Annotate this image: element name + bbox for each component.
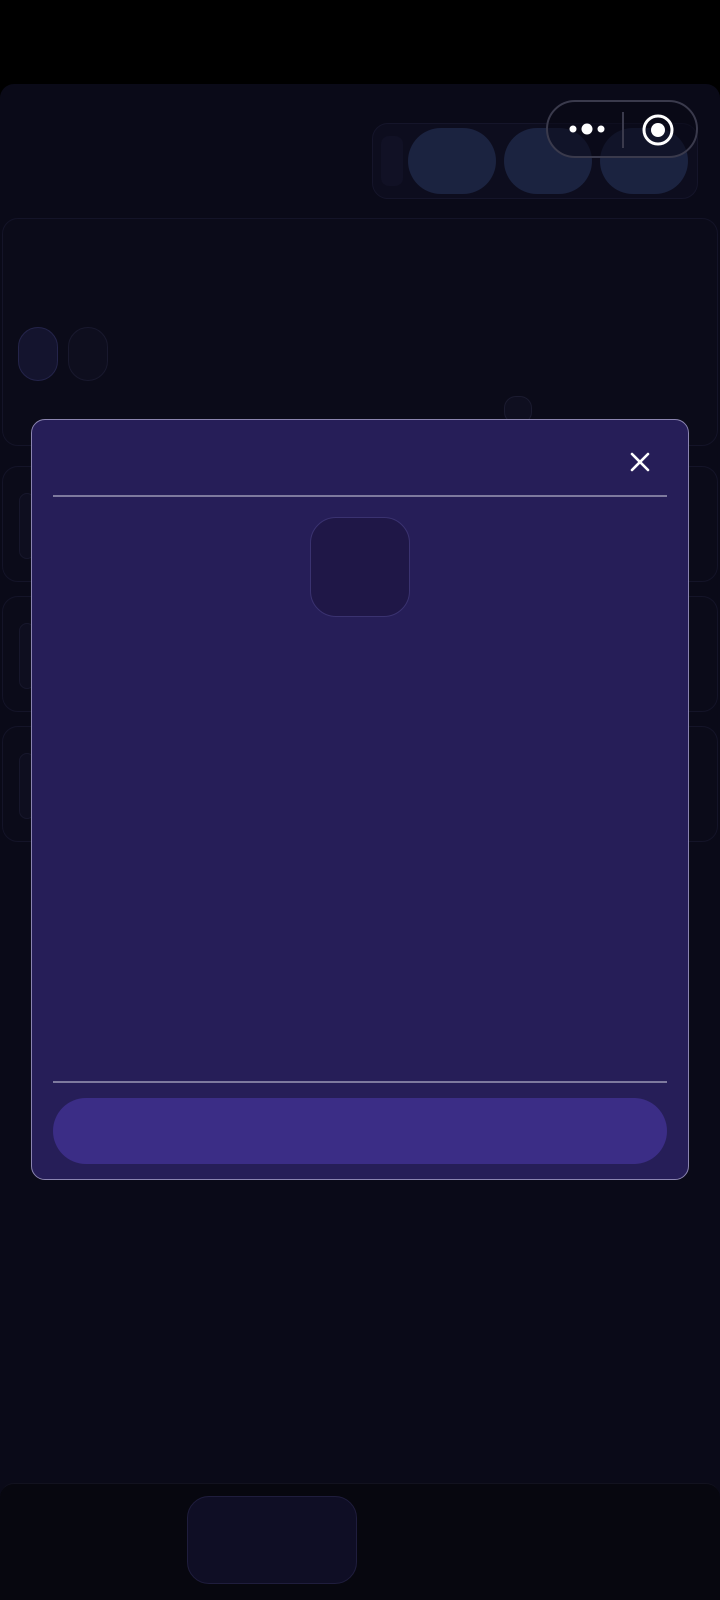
modal-title bbox=[54, 444, 614, 484]
header-card bbox=[2, 218, 718, 446]
filter-chip-active[interactable] bbox=[18, 327, 58, 381]
screen bbox=[0, 0, 720, 1600]
modal-confirm-button[interactable] bbox=[53, 1098, 667, 1164]
capsule-divider bbox=[622, 112, 624, 148]
target-circle-icon[interactable] bbox=[642, 114, 674, 146]
more-dots-icon[interactable] bbox=[568, 121, 606, 137]
close-x-icon[interactable] bbox=[626, 448, 654, 476]
modal-dialog bbox=[31, 419, 689, 1180]
bottom-bar bbox=[0, 1483, 720, 1600]
segment-pill-1[interactable] bbox=[408, 128, 496, 194]
segment-bar-nub bbox=[381, 136, 403, 186]
bottom-action-button[interactable] bbox=[187, 1496, 357, 1584]
miniprogram-capsule bbox=[546, 100, 698, 158]
modal-image-placeholder bbox=[310, 517, 410, 617]
filter-chip[interactable] bbox=[68, 327, 108, 381]
modal-footer-divider bbox=[53, 1081, 667, 1083]
modal-header-divider bbox=[53, 495, 667, 497]
